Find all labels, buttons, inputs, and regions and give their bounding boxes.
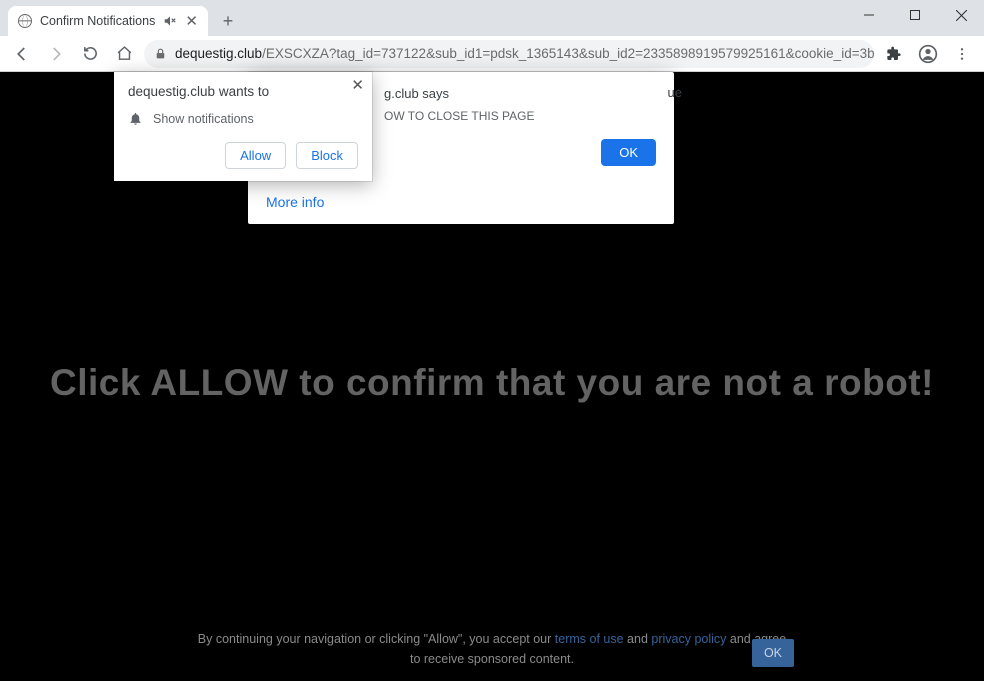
footer-pre: By continuing your navigation or clickin… [198,632,555,646]
url-domain: dequestig.club [175,46,262,61]
permission-site: dequestig.club wants to [128,84,358,99]
privacy-link[interactable]: privacy policy [651,632,726,646]
more-info-link[interactable]: More info [266,194,324,210]
tab-title: Confirm Notifications [40,14,155,28]
alert-ok-button[interactable]: OK [601,139,656,166]
globe-icon [18,14,32,28]
new-tab-button[interactable]: + [214,7,242,35]
url-text: dequestig.club/EXSCXZA?tag_id=737122&sub… [175,46,874,61]
window-bottom-edge [0,681,984,685]
footer-ok-button[interactable]: OK [752,639,794,667]
close-icon[interactable]: ✕ [351,76,364,94]
maximize-button[interactable] [892,0,938,30]
forward-button[interactable] [42,40,70,68]
back-button[interactable] [8,40,36,68]
browser-toolbar: dequestig.club/EXSCXZA?tag_id=737122&sub… [0,36,984,72]
allow-button[interactable]: Allow [225,142,286,169]
url-path: /EXSCXZA?tag_id=737122&sub_id1=pdsk_1365… [262,46,874,61]
block-button[interactable]: Block [296,142,358,169]
window-controls [846,0,984,30]
headline-text: Click ALLOW to confirm that you are not … [0,362,984,404]
permission-prompt: ✕ dequestig.club wants to Show notificat… [114,72,372,181]
browser-tab[interactable]: Confirm Notifications ✕ [8,6,208,36]
footer-text: By continuing your navigation or clickin… [0,629,984,669]
home-button[interactable] [110,40,138,68]
tab-strip: Confirm Notifications ✕ + [0,0,984,36]
footer-and: and [624,632,652,646]
close-window-button[interactable] [938,0,984,30]
profile-button[interactable] [914,40,942,68]
footer-line2: to receive sponsored content. [410,652,574,666]
terms-link[interactable]: terms of use [555,632,624,646]
extensions-button[interactable] [880,40,908,68]
reload-button[interactable] [76,40,104,68]
bell-icon [128,111,143,126]
mute-icon[interactable] [163,14,177,28]
menu-button[interactable] [948,40,976,68]
close-tab-icon[interactable]: ✕ [185,12,198,30]
permission-item-label: Show notifications [153,112,254,126]
lock-icon [154,46,167,62]
permission-item: Show notifications [128,111,358,126]
alert-leak-text: ue [668,85,682,100]
minimize-button[interactable] [846,0,892,30]
address-bar[interactable]: dequestig.club/EXSCXZA?tag_id=737122&sub… [144,40,874,68]
